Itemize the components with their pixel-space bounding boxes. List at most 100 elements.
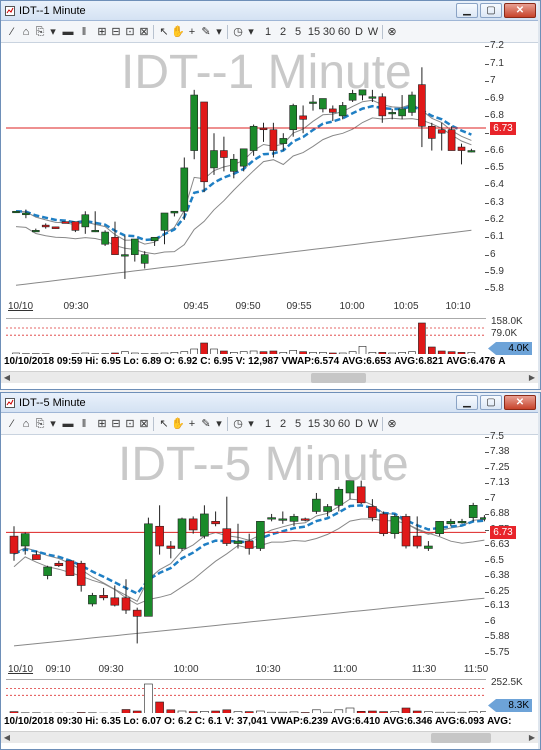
horizontal-scrollbar[interactable]: ◀ ▶ [1,731,538,743]
interval-15[interactable]: 15 [307,416,321,432]
price-chart[interactable]: IDT--1 Minute [6,43,486,298]
chevron-down-icon[interactable]: ▾ [47,24,59,40]
pointer-icon[interactable]: ↖ [157,24,171,40]
scroll-left-icon[interactable]: ◀ [1,372,13,384]
window-titlebar[interactable]: IDT--5 Minute ▁ ▢ ✕ [1,393,540,413]
hand-icon[interactable]: ✋ [171,24,185,40]
chevron-down-icon[interactable]: ▾ [245,416,257,432]
volume-bar [121,351,129,354]
hand-icon[interactable]: ✋ [171,416,185,432]
candle-body [20,533,30,547]
maximize-button[interactable]: ▢ [480,395,502,410]
interval-2[interactable]: 2 [278,24,288,40]
pause-icon[interactable]: ‖ [77,416,91,432]
chart-window-1-minute[interactable]: IDT--1 Minute ▁ ▢ ✕ ⁄ ⌂ ⎘ ▾ ▬ ‖ ⊞ ⊟ ⊡ ⊠ … [0,0,541,390]
chart-style-icon[interactable]: ⌂ [19,24,33,40]
draw-line-icon[interactable]: ⁄ [5,416,19,432]
interval-w[interactable]: W [367,24,379,40]
interval-1[interactable]: 1 [263,24,273,40]
zoom-out-icon[interactable]: ⊟ [109,24,123,40]
candle-body [220,150,228,158]
interval-30[interactable]: 30 [322,24,336,40]
indicator-icon[interactable]: ⊠ [137,24,151,40]
pause-icon[interactable]: ‖ [77,24,91,40]
scroll-right-icon[interactable]: ▶ [526,372,538,384]
horizontal-scrollbar[interactable]: ◀ ▶ [1,371,538,383]
price-axis[interactable]: 7.57.387.257.1376.886.756.636.56.386.256… [484,431,538,658]
clone-icon[interactable]: ⎘ [33,416,47,432]
pointer-icon[interactable]: ↖ [157,416,171,432]
interval-5[interactable]: 5 [293,24,303,40]
volume-bar [390,711,400,713]
price-axis[interactable]: 7.27.176.96.86.76.66.56.46.36.26.165.95.… [485,40,538,298]
chevron-down-icon[interactable]: ▾ [213,416,225,432]
time-tick-label: 10:05 [393,301,419,312]
clock-icon[interactable]: ◷ [231,24,245,40]
time-axis[interactable]: 10/10 09:30 09:45 09:50 09:55 10:00 10:05 10:1… [6,298,486,316]
candle-body [177,518,187,549]
time-axis[interactable]: 10/10 09:10 09:30 10:00 10:30 11:00 11:30 11:5… [6,661,488,679]
price-tick-label: 6.63 [484,538,510,550]
interval-15[interactable]: 15 [307,24,321,40]
close-button[interactable]: ✕ [504,3,536,18]
window-titlebar[interactable]: IDT--1 Minute ▁ ▢ ✕ [1,1,540,21]
zoom-in-icon[interactable]: ⊞ [95,24,109,40]
interval-1[interactable]: 1 [263,416,273,432]
zoom-out-icon[interactable]: ⊟ [109,416,123,432]
chevron-down-icon[interactable]: ▾ [213,24,225,40]
volume-plot [6,322,486,354]
price-tick-label: 6.6 [485,144,504,156]
scrollbar-thumb[interactable] [431,733,491,743]
candle-body [121,254,129,257]
chevron-down-icon[interactable]: ▾ [245,24,257,40]
candle-body [12,210,20,214]
volume-bar [144,683,153,713]
indicator-icon[interactable]: ⊠ [137,416,151,432]
cancel-icon[interactable]: ⊗ [385,24,399,40]
fit-icon[interactable]: ⊡ [123,416,137,432]
interval-30[interactable]: 30 [322,416,336,432]
candle-body [300,518,310,521]
interval-5[interactable]: 5 [293,416,303,432]
volume-bar [160,352,169,354]
maximize-button[interactable]: ▢ [480,3,502,18]
scrollbar-thumb[interactable] [311,373,366,383]
close-button[interactable]: ✕ [504,395,536,410]
pencil-icon[interactable]: ✎ [199,416,213,432]
status-vwap: VWAP:6.239 [270,716,329,727]
volume-bar [177,710,187,713]
volume-panel[interactable] [6,318,486,354]
chevron-down-icon[interactable]: ▾ [47,416,59,432]
volume-bar [368,352,377,354]
clock-icon[interactable]: ◷ [231,416,245,432]
fit-icon[interactable]: ⊡ [123,24,137,40]
interval-2[interactable]: 2 [278,416,288,432]
pencil-icon[interactable]: ✎ [199,24,213,40]
price-chart[interactable]: IDT--5 Minute [6,435,486,657]
candle-body [91,230,99,233]
chart-window-5-minute[interactable]: IDT--5 Minute ▁ ▢ ✕ ⁄ ⌂ ⎘ ▾ ▬ ‖ ⊞ ⊟ ⊡ ⊠ … [0,392,541,750]
interval-d[interactable]: D [353,416,365,432]
scroll-left-icon[interactable]: ◀ [1,732,13,744]
volume-panel[interactable] [6,679,486,713]
clone-icon[interactable]: ⎘ [33,24,47,40]
price-tick-label: 6.88 [484,507,510,519]
time-tick-label: 10:00 [173,664,199,675]
chart-style-icon[interactable]: ⌂ [19,416,33,432]
crosshair-icon[interactable]: + [185,24,199,40]
crosshair-icon[interactable]: + [185,416,199,432]
volume-bar [200,342,208,354]
zoom-in-icon[interactable]: ⊞ [95,416,109,432]
minimize-button[interactable]: ▁ [456,3,478,18]
interval-d[interactable]: D [353,24,365,40]
draw-line-icon[interactable]: ⁄ [5,24,19,40]
interval-60[interactable]: 60 [337,416,351,432]
bar-style-icon[interactable]: ▬ [61,416,75,432]
interval-60[interactable]: 60 [337,24,351,40]
interval-w[interactable]: W [367,416,379,432]
status-avg-3: AVG:6.476 [446,356,496,367]
minimize-button[interactable]: ▁ [456,395,478,410]
cancel-icon[interactable]: ⊗ [385,416,399,432]
bar-style-icon[interactable]: ▬ [61,24,75,40]
scroll-right-icon[interactable]: ▶ [526,732,538,744]
